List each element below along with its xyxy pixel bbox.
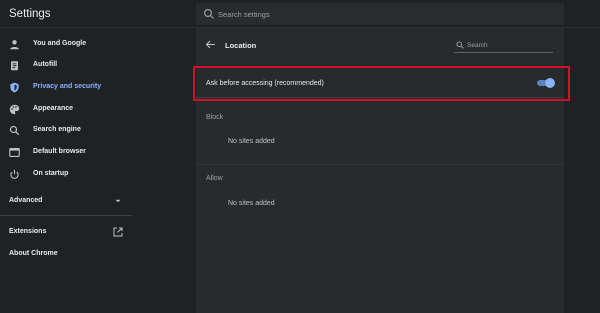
sidebar-item-privacy-and-security[interactable]: Privacy and security	[0, 77, 132, 98]
sidebar-item-about-chrome[interactable]: About Chrome	[9, 250, 58, 257]
site-search-box[interactable]	[454, 39, 553, 53]
sidebar-item-you-and-google[interactable]: You and Google	[0, 34, 132, 55]
clipboard-icon	[11, 61, 18, 71]
page-title: Settings	[9, 8, 51, 20]
person-icon	[10, 40, 19, 50]
palette-icon	[9, 104, 20, 115]
sidebar-item-appearance[interactable]: Appearance	[0, 99, 132, 120]
sidebar-item-label: On startup	[33, 170, 69, 177]
sidebar-item-extensions[interactable]: Extensions	[9, 228, 46, 235]
sidebar-item-autofill[interactable]: Autofill	[0, 55, 132, 76]
chevron-down-icon[interactable]	[114, 197, 122, 205]
search-icon	[203, 8, 214, 19]
card-header: Location	[196, 28, 564, 62]
block-heading: Block	[206, 114, 224, 121]
section-title: Location	[225, 41, 257, 50]
sidebar-item-label: Default browser	[33, 148, 86, 155]
highlight-annotation-box	[193, 66, 570, 101]
settings-search-box[interactable]	[196, 3, 564, 25]
sidebar-item-label: Privacy and security	[33, 83, 102, 90]
browser-icon	[9, 148, 20, 157]
section-divider	[196, 164, 564, 165]
sidebar-item-search-engine[interactable]: Search engine	[0, 120, 132, 141]
allow-heading: Allow	[206, 175, 223, 182]
open-in-new-icon[interactable]	[113, 227, 123, 237]
site-search-input[interactable]	[467, 40, 551, 51]
sidebar-divider	[0, 215, 132, 216]
allow-empty-message: No sites added	[228, 200, 275, 207]
top-bar: Settings	[0, 0, 600, 28]
settings-search-input[interactable]	[218, 6, 548, 22]
search-icon	[9, 125, 20, 136]
back-arrow-icon[interactable]	[205, 39, 216, 50]
sidebar-item-on-startup[interactable]: On startup	[0, 164, 132, 185]
sidebar-item-label: Search engine	[33, 126, 81, 133]
sidebar-advanced-toggle[interactable]: Advanced	[9, 197, 42, 204]
block-empty-message: No sites added	[228, 138, 275, 145]
search-icon	[456, 41, 464, 49]
sidebar-item-label: Appearance	[33, 105, 74, 112]
sidebar: You and Google Autofill Privacy and secu…	[0, 28, 132, 313]
shield-icon	[10, 82, 19, 93]
sidebar-item-default-browser[interactable]: Default browser	[0, 142, 132, 163]
sidebar-item-label: You and Google	[33, 40, 87, 47]
sidebar-item-label: Autofill	[33, 61, 58, 68]
power-icon	[10, 169, 19, 179]
